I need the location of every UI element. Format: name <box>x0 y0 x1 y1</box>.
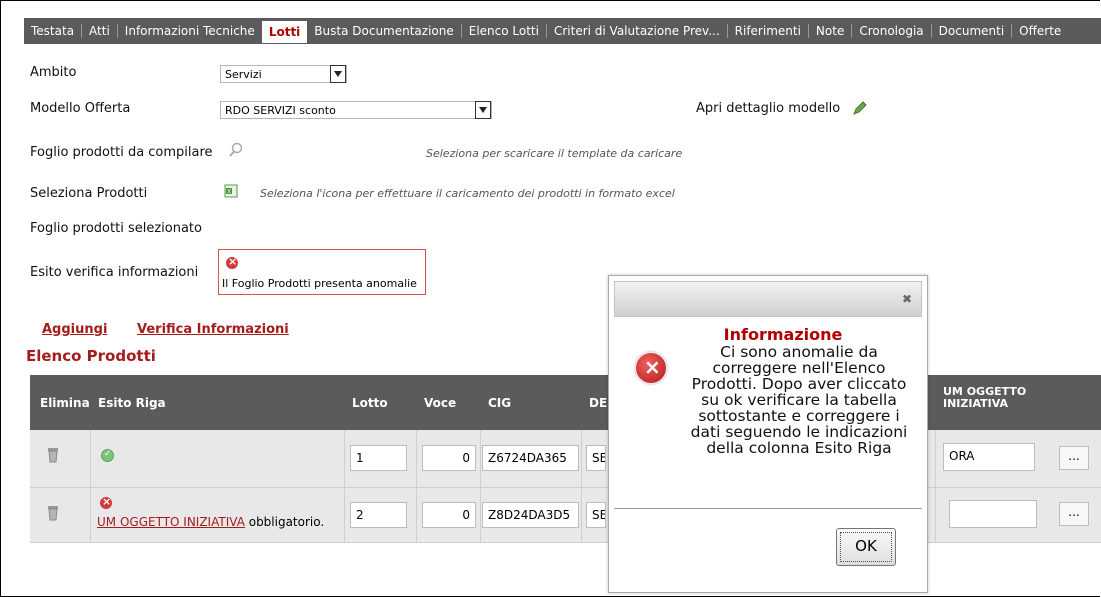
tab-criteri[interactable]: Criteri di Valutazione Prev... <box>547 18 727 44</box>
header-voce: Voce <box>424 396 457 410</box>
error-icon <box>226 255 238 269</box>
aggiungi-link[interactable]: Aggiungi <box>42 322 107 337</box>
esito-box: Il Foglio Prodotti presenta anomalie <box>218 249 426 295</box>
section-title: Elenco Prodotti <box>26 347 156 365</box>
tab-bar: Testata Atti Informazioni Tecniche Lotti… <box>24 18 1101 44</box>
pencil-icon[interactable] <box>852 100 868 116</box>
descrizione-input[interactable]: SE <box>586 502 606 528</box>
table-header: Elimina Esito Riga Lotto Voce CIG DE UM … <box>30 375 1101 430</box>
information-dialog: ✖ Informazione Ci sono anomalie da corre… <box>608 275 928 593</box>
seleziona-hint: Seleziona l'icona per effettuare il cari… <box>260 187 675 200</box>
foglio-selezionato-label: Foglio prodotti selezionato <box>30 221 202 236</box>
error-icon <box>635 352 667 384</box>
voce-input[interactable]: 0 <box>422 502 476 528</box>
chevron-down-icon <box>330 65 346 83</box>
error-text: obbligatorio. <box>244 515 325 529</box>
um-iniziativa-input[interactable] <box>949 500 1037 528</box>
dialog-message: Ci sono anomalie da correggere nell'Elen… <box>690 343 908 457</box>
header-esito-riga: Esito Riga <box>98 396 166 410</box>
header-elimina: Elimina <box>40 396 90 410</box>
tab-informazioni-tecniche[interactable]: Informazioni Tecniche <box>118 18 262 44</box>
modello-label: Modello Offerta <box>30 101 131 116</box>
table-row: 1 0 Z6724DA365 SE ORA ... <box>30 430 1101 488</box>
svg-text:X: X <box>227 189 231 196</box>
voce-input[interactable]: 0 <box>422 445 476 471</box>
lotto-input[interactable]: 1 <box>350 445 407 471</box>
error-field-link[interactable]: UM OGGETTO INIZIATIVA <box>97 515 245 529</box>
chevron-down-icon <box>475 101 491 119</box>
ambito-label: Ambito <box>30 65 77 80</box>
trash-icon[interactable] <box>47 447 59 463</box>
tab-cronologia[interactable]: Cronologia <box>852 18 930 44</box>
close-icon[interactable]: ✖ <box>901 293 913 305</box>
tab-documenti[interactable]: Documenti <box>932 18 1012 44</box>
verifica-informazioni-link[interactable]: Verifica Informazioni <box>137 322 289 337</box>
descrizione-input[interactable]: SE <box>586 445 606 471</box>
tab-testata[interactable]: Testata <box>24 18 81 44</box>
excel-icon[interactable]: X <box>224 184 238 198</box>
dialog-titlebar: ✖ <box>614 281 922 317</box>
ambito-select[interactable]: Servizi <box>220 65 347 83</box>
row-error-message: UM OGGETTO INIZIATIVA obbligatorio. <box>97 515 324 529</box>
lotto-input[interactable]: 2 <box>350 502 407 528</box>
cig-input[interactable]: Z8D24DA3D5 <box>482 502 579 528</box>
header-cig: CIG <box>488 396 512 410</box>
ok-button[interactable]: OK <box>836 528 896 566</box>
trash-icon[interactable] <box>47 505 59 521</box>
cig-input[interactable]: Z6724DA365 <box>482 445 579 471</box>
tab-offerte[interactable]: Offerte <box>1012 18 1068 44</box>
tab-atti[interactable]: Atti <box>82 18 117 44</box>
tab-lotti[interactable]: Lotti <box>261 21 308 43</box>
success-icon <box>101 449 114 462</box>
dialog-divider <box>614 508 922 509</box>
esito-label: Esito verifica informazioni <box>30 265 199 280</box>
tab-busta-documentazione[interactable]: Busta Documentazione <box>307 18 460 44</box>
seleziona-label: Seleziona Prodotti <box>30 186 148 201</box>
table-row: UM OGGETTO INIZIATIVA obbligatorio. 2 0 … <box>30 488 1101 543</box>
header-de: DE <box>589 396 608 410</box>
um-picker-button[interactable]: ... <box>1059 446 1089 470</box>
tab-riferimenti[interactable]: Riferimenti <box>728 18 808 44</box>
ambito-value: Servizi <box>225 68 262 81</box>
foglio-label: Foglio prodotti da compilare <box>30 145 213 160</box>
header-lotto: Lotto <box>352 396 388 410</box>
um-picker-button[interactable]: ... <box>1059 502 1089 526</box>
apri-dettaglio-label: Apri dettaglio modello <box>696 101 841 116</box>
tab-elenco-lotti[interactable]: Elenco Lotti <box>462 18 546 44</box>
esito-message: Il Foglio Prodotti presenta anomalie <box>222 277 417 290</box>
tab-note[interactable]: Note <box>809 18 851 44</box>
modello-select[interactable]: RDO SERVIZI sconto <box>220 101 492 119</box>
error-icon <box>100 495 112 509</box>
dialog-title: Informazione <box>723 325 843 344</box>
foglio-hint: Seleziona per scaricare il template da c… <box>426 147 683 160</box>
modello-value: RDO SERVIZI sconto <box>225 104 336 117</box>
um-iniziativa-input[interactable]: ORA <box>943 443 1035 471</box>
search-icon[interactable] <box>228 142 244 158</box>
header-iniziativa: INIZIATIVA <box>943 397 1008 410</box>
